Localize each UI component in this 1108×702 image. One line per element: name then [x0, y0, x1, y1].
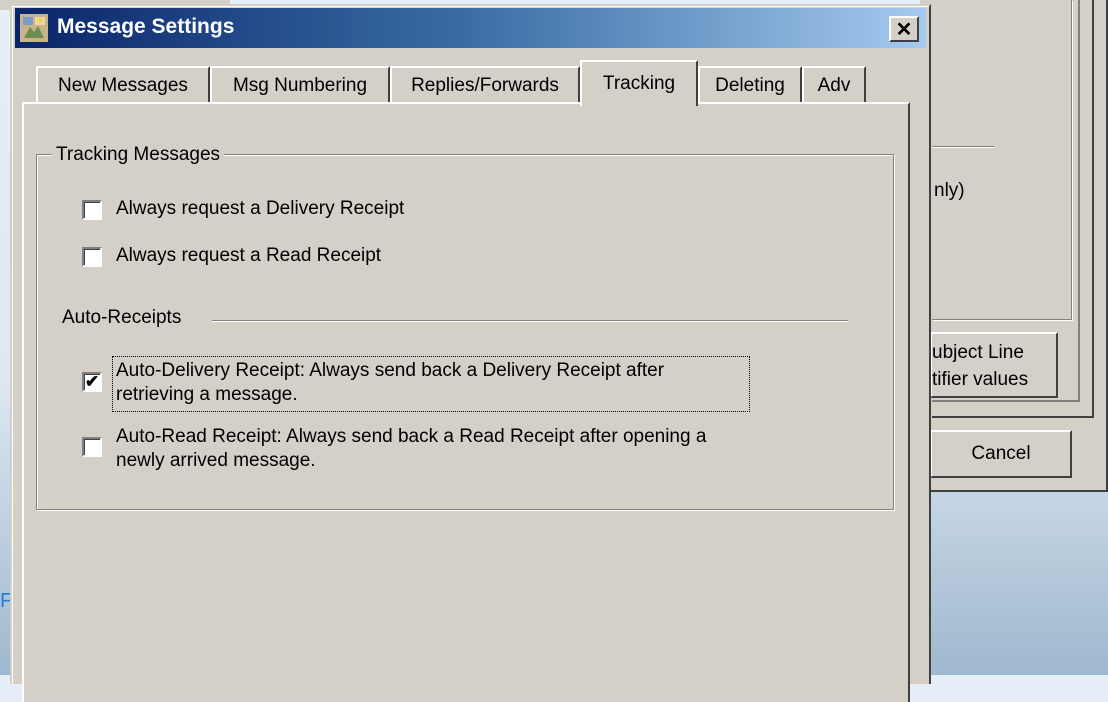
auto-receipts-title: Auto-Receipts [62, 307, 182, 328]
auto-delivery-receipt-line-2: retrieving a message. [116, 384, 298, 405]
tab-new-messages-label: New Messages [58, 75, 188, 96]
tab-replies-forwards[interactable]: Replies/Forwards [390, 66, 580, 104]
close-button[interactable]: ✕ [889, 16, 919, 42]
app-icon [20, 14, 48, 42]
auto-read-receipt-checkbox[interactable] [82, 437, 102, 457]
auto-delivery-receipt-checkbox[interactable]: ✔ [82, 372, 102, 392]
auto-read-receipt-line-2: newly arrived message. [116, 450, 316, 471]
cancel-button-label: Cancel [971, 443, 1031, 464]
tab-new-messages[interactable]: New Messages [36, 66, 210, 104]
tracking-messages-group-title: Tracking Messages [52, 144, 225, 166]
delivery-receipt-checkbox[interactable] [82, 200, 102, 220]
auto-delivery-receipt-line-1: Auto-Delivery Receipt: Always send back … [116, 360, 665, 381]
close-icon: ✕ [895, 18, 913, 41]
dialog-title: Message Settings [57, 15, 235, 38]
tab-msg-numbering[interactable]: Msg Numbering [210, 66, 390, 104]
auto-read-receipt-label[interactable]: Auto-Read Receipt: Always send back a Re… [116, 425, 706, 473]
tab-replies-forwards-label: Replies/Forwards [411, 75, 559, 96]
auto-receipts-divider [212, 320, 848, 322]
tab-adv-label: Adv [817, 75, 851, 96]
subject-button-line-2: tifier values [932, 369, 1029, 390]
subject-line-identifier-button[interactable]: ubject Line tifier values [930, 332, 1058, 398]
tab-deleting[interactable]: Deleting [698, 66, 802, 104]
checkmark-icon: ✔ [84, 372, 100, 391]
tab-tracking-label: Tracking [602, 73, 676, 94]
cancel-button[interactable]: Cancel [930, 430, 1072, 478]
read-receipt-checkbox[interactable] [82, 247, 102, 267]
title-bar[interactable]: Message Settings ✕ [15, 8, 926, 48]
auto-delivery-receipt-label[interactable]: Auto-Delivery Receipt: Always send back … [116, 359, 664, 407]
delivery-receipt-label[interactable]: Always request a Delivery Receipt [116, 197, 404, 221]
subject-button-line-1: ubject Line [932, 342, 1024, 363]
auto-read-receipt-line-1: Auto-Read Receipt: Always send back a Re… [116, 426, 707, 447]
tab-msg-numbering-label: Msg Numbering [232, 75, 368, 96]
tab-deleting-label: Deleting [715, 75, 785, 96]
background-divider [932, 146, 994, 148]
tab-adv[interactable]: Adv [802, 66, 866, 104]
tab-tracking[interactable]: Tracking [580, 60, 698, 106]
background-group-box [932, 0, 1072, 320]
background-partial-label: nly) [934, 180, 965, 201]
read-receipt-label[interactable]: Always request a Read Receipt [116, 244, 381, 268]
